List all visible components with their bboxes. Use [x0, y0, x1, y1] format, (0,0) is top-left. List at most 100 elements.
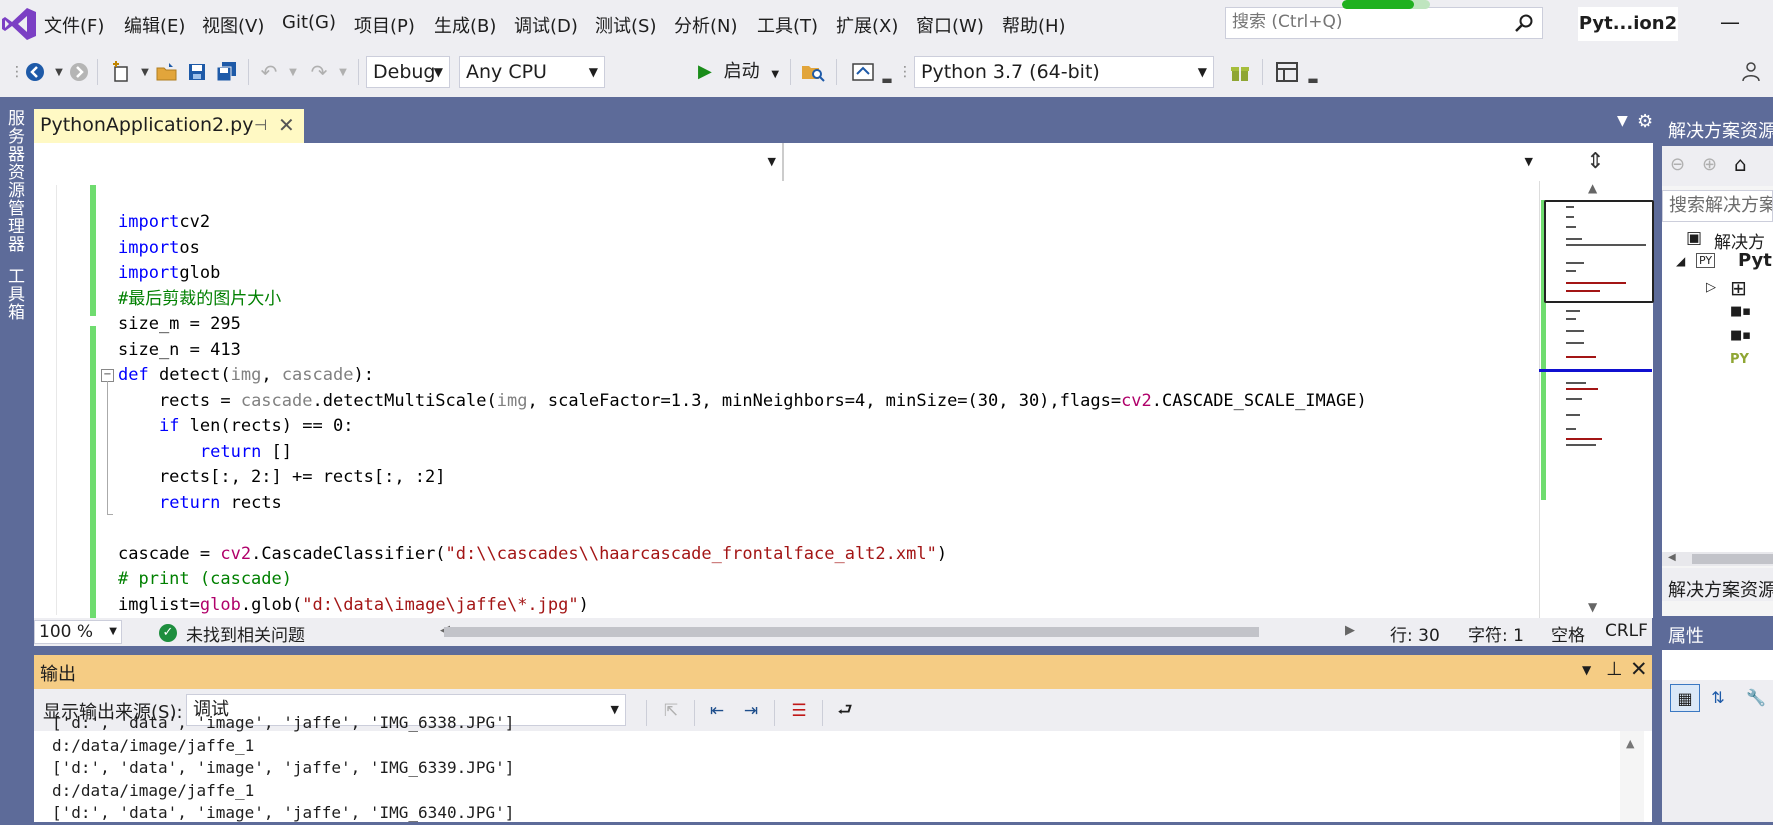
line-ending-indicator[interactable]: CRLF: [1605, 621, 1648, 641]
gear-icon[interactable]: ⚙: [1637, 111, 1653, 132]
menu-test[interactable]: 测试(S): [595, 12, 656, 38]
menu-edit[interactable]: 编辑(E): [124, 12, 185, 38]
goto-location-icon[interactable]: ⇱: [658, 699, 684, 723]
output-vertical-scrollbar[interactable]: ▲: [1620, 731, 1644, 822]
start-dropdown-icon[interactable]: ▼: [771, 69, 779, 80]
menu-help[interactable]: 帮助(H): [1002, 12, 1066, 38]
member-dropdown[interactable]: ▼: [786, 143, 1539, 181]
issues-status[interactable]: 未找到相关问题: [186, 621, 305, 646]
word-wrap-icon[interactable]: ⮐: [832, 699, 858, 723]
scroll-left-icon[interactable]: ◀: [1668, 552, 1676, 563]
code-line[interactable]: return []: [118, 440, 1367, 466]
menu-debug[interactable]: 调试(D): [514, 12, 578, 38]
server-explorer-tab[interactable]: 服务器资源管理器: [2, 109, 27, 253]
environments-icon[interactable]: ⊞: [1730, 276, 1747, 300]
next-message-icon[interactable]: ⇥: [738, 699, 764, 723]
solution-explorer-tab[interactable]: 解决方案资源: [1662, 568, 1773, 601]
document-tab[interactable]: PythonApplication2.py ⊣ ✕: [34, 109, 304, 143]
scroll-up-icon[interactable]: ▲: [1626, 737, 1634, 750]
minimize-button[interactable]: —: [1715, 10, 1745, 38]
code-line[interactable]: importcv2: [118, 210, 1367, 236]
live-share-icon[interactable]: [1738, 59, 1764, 85]
python-environment-select[interactable]: Python 3.7 (64-bit) ▼: [914, 56, 1214, 88]
solution-configuration-select[interactable]: Debug ▼: [366, 56, 450, 88]
code-line[interactable]: # print (cascade): [118, 567, 1367, 593]
menu-window[interactable]: 窗口(W): [916, 12, 984, 38]
new-project-icon[interactable]: [108, 59, 134, 85]
open-file-icon[interactable]: [154, 59, 180, 85]
code-line[interactable]: if len(rects) == 0:: [118, 414, 1367, 440]
char-indicator[interactable]: 字符: 1: [1468, 621, 1524, 646]
pane-menu-dropdown-icon[interactable]: ▼: [1582, 663, 1591, 677]
code-line[interactable]: imglist=glob.glob("d:\data\image\jaffe\*…: [118, 593, 1367, 619]
properties-title-bar[interactable]: 属性: [1662, 616, 1773, 650]
pin-icon[interactable]: ⊣: [254, 116, 267, 134]
back-navigate-icon[interactable]: [22, 59, 48, 85]
redo-icon[interactable]: ↷: [306, 59, 332, 85]
properties-object-selector[interactable]: [1662, 650, 1773, 680]
zoom-select[interactable]: 100 % ▼: [34, 620, 122, 644]
browser-link-icon[interactable]: [850, 59, 876, 85]
indent-indicator[interactable]: 空格: [1551, 621, 1585, 646]
close-icon[interactable]: ✕: [1630, 657, 1648, 681]
scrollbar-thumb[interactable]: [1692, 554, 1773, 564]
split-editor-icon[interactable]: ⇕: [1539, 143, 1652, 181]
code-line[interactable]: cascade = cv2.CascadeClassifier("d:\\cas…: [118, 542, 1367, 568]
collapsed-arrow-icon[interactable]: ▷: [1706, 280, 1716, 295]
python-packages-icon[interactable]: [1227, 59, 1253, 85]
search-box[interactable]: [1225, 7, 1543, 39]
code-line[interactable]: rects[:, 2:] += rects[:, :2]: [118, 465, 1367, 491]
horizontal-scrollbar[interactable]: [430, 625, 1333, 639]
solution-platform-select[interactable]: Any CPU ▼: [459, 56, 605, 88]
categorized-icon[interactable]: ▦: [1670, 684, 1700, 712]
code-line[interactable]: importos: [118, 236, 1367, 262]
output-pane-title-bar[interactable]: 输出 ▼ ⊥ ✕: [34, 655, 1652, 689]
code-text[interactable]: importcv2 importos importglob #最后剪裁的图片大小 siz…: [118, 210, 1367, 618]
menu-git[interactable]: Git(G): [282, 12, 336, 33]
toolbox-tab[interactable]: 工具箱: [2, 267, 27, 321]
code-line[interactable]: size_n = 413: [118, 338, 1367, 364]
tree-item-project[interactable]: Pyt: [1738, 250, 1772, 271]
code-line[interactable]: size_m = 295: [118, 312, 1367, 338]
minimap-viewport[interactable]: [1544, 200, 1654, 303]
menu-file[interactable]: 文件(F): [44, 12, 104, 38]
menu-view[interactable]: 视图(V): [202, 12, 264, 38]
find-in-files-icon[interactable]: [800, 59, 826, 85]
expanded-arrow-icon[interactable]: ◢: [1676, 254, 1685, 268]
scroll-up-icon[interactable]: ▲: [1588, 181, 1597, 195]
code-line[interactable]: def detect(img, cascade):: [118, 363, 1367, 389]
line-indicator[interactable]: 行: 30: [1390, 621, 1440, 646]
undo-icon[interactable]: ↶: [256, 59, 282, 85]
alphabetical-sort-icon[interactable]: ⇅: [1704, 684, 1732, 710]
clear-all-icon[interactable]: ☰: [786, 699, 812, 723]
forward-navigate-icon[interactable]: [66, 59, 92, 85]
menu-build[interactable]: 生成(B): [434, 12, 496, 38]
solution-explorer-search[interactable]: 搜索解决方案: [1662, 190, 1773, 222]
save-icon[interactable]: [184, 59, 210, 85]
scroll-right-icon[interactable]: ▶: [1345, 623, 1355, 638]
code-line[interactable]: [118, 516, 1367, 542]
code-line[interactable]: importglob: [118, 261, 1367, 287]
search-input[interactable]: [1226, 8, 1518, 36]
menu-tools[interactable]: 工具(T): [757, 12, 818, 38]
scrollbar-thumb[interactable]: [444, 627, 1259, 637]
layout-icon[interactable]: [1274, 59, 1300, 85]
overflow-dropdown-icon[interactable]: ▬: [1300, 67, 1326, 93]
code-line[interactable]: rects = cascade.detectMultiScale(img, sc…: [118, 389, 1367, 415]
python-file-icon[interactable]: PY: [1730, 352, 1749, 367]
redo-dropdown-icon[interactable]: ▼: [330, 59, 356, 85]
home-icon[interactable]: ⌂: [1734, 152, 1747, 176]
save-all-icon[interactable]: [214, 59, 240, 85]
menu-analyze[interactable]: 分析(N): [674, 12, 738, 38]
code-line[interactable]: #最后剪裁的图片大小: [118, 287, 1367, 313]
forward-icon[interactable]: ⊕: [1702, 154, 1717, 175]
code-line[interactable]: return rects: [118, 491, 1367, 517]
reference-icon[interactable]: ■▪: [1730, 304, 1751, 319]
reference-icon[interactable]: ■▪: [1730, 328, 1751, 343]
solution-name-badge[interactable]: Pyt...ion2: [1578, 7, 1678, 41]
output-text[interactable]: ['d:', 'data', 'image', 'jaffe', 'IMG_63…: [52, 712, 514, 825]
back-icon[interactable]: ⊖: [1670, 154, 1685, 175]
menu-project[interactable]: 项目(P): [354, 12, 415, 38]
previous-message-icon[interactable]: ⇤: [704, 699, 730, 723]
property-pages-icon[interactable]: 🔧: [1742, 684, 1770, 710]
